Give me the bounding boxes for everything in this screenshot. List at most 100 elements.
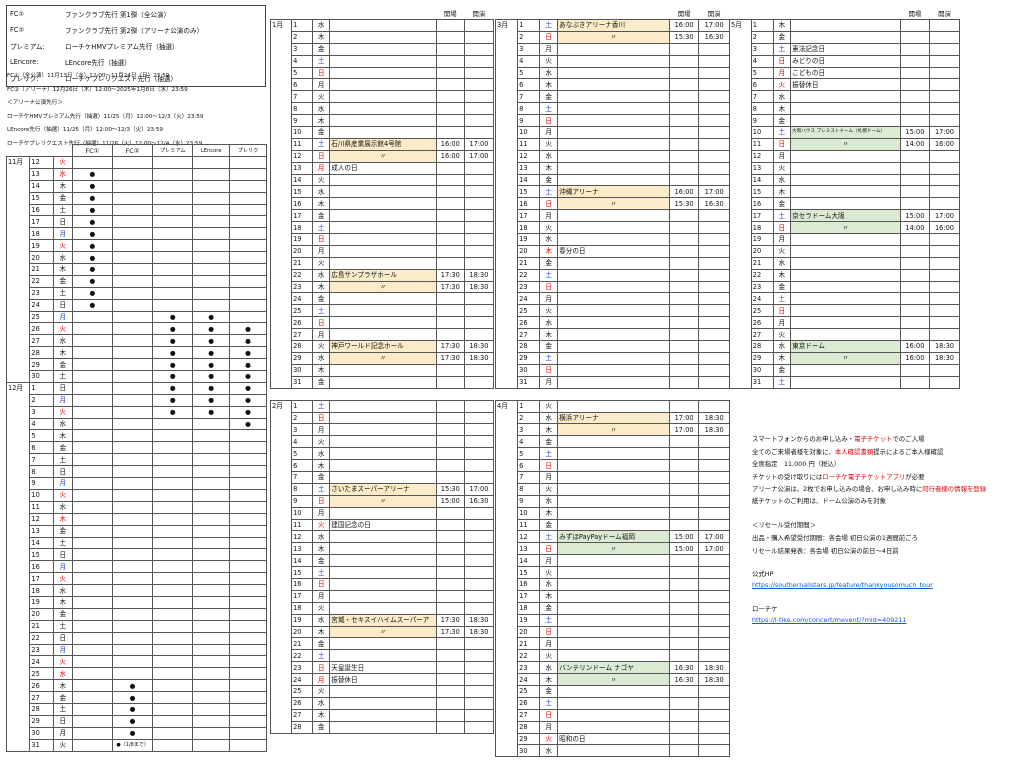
day-number: 7 (750, 90, 774, 104)
open-time (435, 459, 465, 472)
presale-mark (192, 500, 231, 514)
start-time (463, 66, 495, 80)
day-number: 27 (517, 708, 541, 722)
presale-period-line: FC①（全公演）11月13日（水）12:00〜11月24日（日）23:59 (7, 73, 170, 79)
weekday: 木 (52, 679, 73, 693)
calendar-may: 開場 開演 5月 1 木 2 金 3 土憲法記念日 4 日みどりの日 5 月こどもの日 6 火振替休日 7 水 8… (729, 9, 961, 389)
presale-mark (111, 572, 154, 586)
day-number: 9 (750, 114, 774, 128)
start-time: 17:00 (698, 530, 730, 544)
note-smartphone: スマートフォンからのお申し込み・電子チケットでのご入場 (752, 435, 925, 443)
open-time (668, 613, 700, 627)
open-time (435, 328, 465, 342)
weekday: 水 (539, 66, 559, 80)
day-number: 11 (291, 518, 314, 532)
open-time (668, 720, 700, 734)
event-cell (329, 435, 437, 449)
day-number: 7 (29, 453, 54, 467)
calendar-day-row: 2 水横浜アリーナ 17:00 18:30 (496, 411, 730, 425)
event-cell (790, 114, 901, 128)
header-spacer (313, 9, 330, 20)
calendar-day-row: 7水 (730, 90, 961, 104)
calendar-day-row: 8木 (730, 102, 961, 116)
weekday: 日 (312, 233, 331, 246)
open-time (668, 149, 700, 163)
open-time (668, 482, 700, 496)
day-number: 22 (291, 649, 314, 663)
event-venue: 〃 (329, 280, 437, 294)
start-time: 18:30 (463, 351, 495, 365)
month-label: 11月 (5, 156, 31, 383)
presale-mark (192, 203, 231, 217)
lawson-ticket-link[interactable]: https://l-tike.com/concert/mevent/?mid=4… (752, 616, 907, 624)
open-time (435, 720, 465, 734)
start-time (928, 304, 961, 318)
calendar-day-row: 12 月 (730, 149, 961, 163)
calendar-day-row: 22 土 (496, 268, 730, 282)
weekday: 日 (312, 149, 331, 163)
event-cell (329, 542, 437, 556)
day-number: 19 (291, 613, 314, 627)
presale-mark (152, 417, 194, 431)
event-cell (557, 340, 670, 353)
start-time (698, 601, 730, 615)
weekday: 火 (539, 304, 559, 318)
day-number: 24 (517, 292, 541, 306)
open-time (899, 173, 930, 187)
day-number: 20 (517, 244, 541, 258)
day-number: 25 (750, 304, 774, 318)
start-time (463, 554, 495, 568)
event-cell (557, 637, 670, 651)
day-number: 27 (750, 328, 774, 342)
day-number: 17 (291, 589, 314, 603)
calendar-header-row: 開場 開演 (496, 9, 730, 20)
presale-mark (111, 607, 154, 621)
event-cell (557, 482, 670, 496)
start-time (928, 19, 961, 32)
presale-day-row: 25 水 (7, 667, 267, 681)
day-number: 14 (517, 173, 541, 187)
day-number: 1 (750, 19, 774, 32)
official-hp-link[interactable]: https://southernallstars.jp/feature/than… (752, 581, 933, 589)
day-number: 26 (29, 679, 54, 693)
day-number: 7 (517, 90, 541, 104)
month-label: 5月 (729, 19, 752, 389)
start-time (698, 233, 730, 246)
start-time (698, 351, 730, 365)
presale-mark (192, 227, 231, 241)
open-time (435, 244, 465, 258)
day-number: 28 (291, 340, 314, 353)
presale-mark (229, 572, 267, 586)
start-time (928, 78, 961, 92)
start-time (463, 304, 495, 318)
day-number: 5 (517, 66, 541, 80)
weekday: 火 (52, 655, 73, 669)
presale-mark (152, 643, 194, 657)
day-number: 16 (29, 560, 54, 574)
day-number: 15 (517, 185, 541, 199)
day-number: 3 (517, 423, 541, 437)
open-time (668, 363, 700, 377)
weekday: 金 (772, 280, 792, 294)
start-time (463, 530, 495, 544)
presale-mark (71, 631, 113, 645)
open-time (899, 114, 930, 128)
day-number: 6 (750, 78, 774, 92)
day-number: 9 (291, 494, 314, 508)
open-time (435, 708, 465, 722)
calendar-day-row: 8水 (271, 102, 495, 116)
weekday: 水 (312, 447, 331, 461)
event-cell (329, 102, 437, 116)
weekday: 火 (539, 649, 559, 663)
start-time: 18:30 (698, 423, 730, 437)
presale-day-row: 25 月 ● ● (7, 310, 267, 324)
start-time (698, 280, 730, 294)
day-number: 8 (291, 102, 314, 116)
weekday: 金 (539, 435, 559, 449)
calendar-day-row: 14 金 (496, 173, 730, 187)
presale-mark (111, 286, 154, 300)
presale-mark (229, 584, 267, 597)
weekday: 木 (539, 589, 559, 603)
start-time (698, 304, 730, 318)
presale-mark (152, 572, 194, 586)
